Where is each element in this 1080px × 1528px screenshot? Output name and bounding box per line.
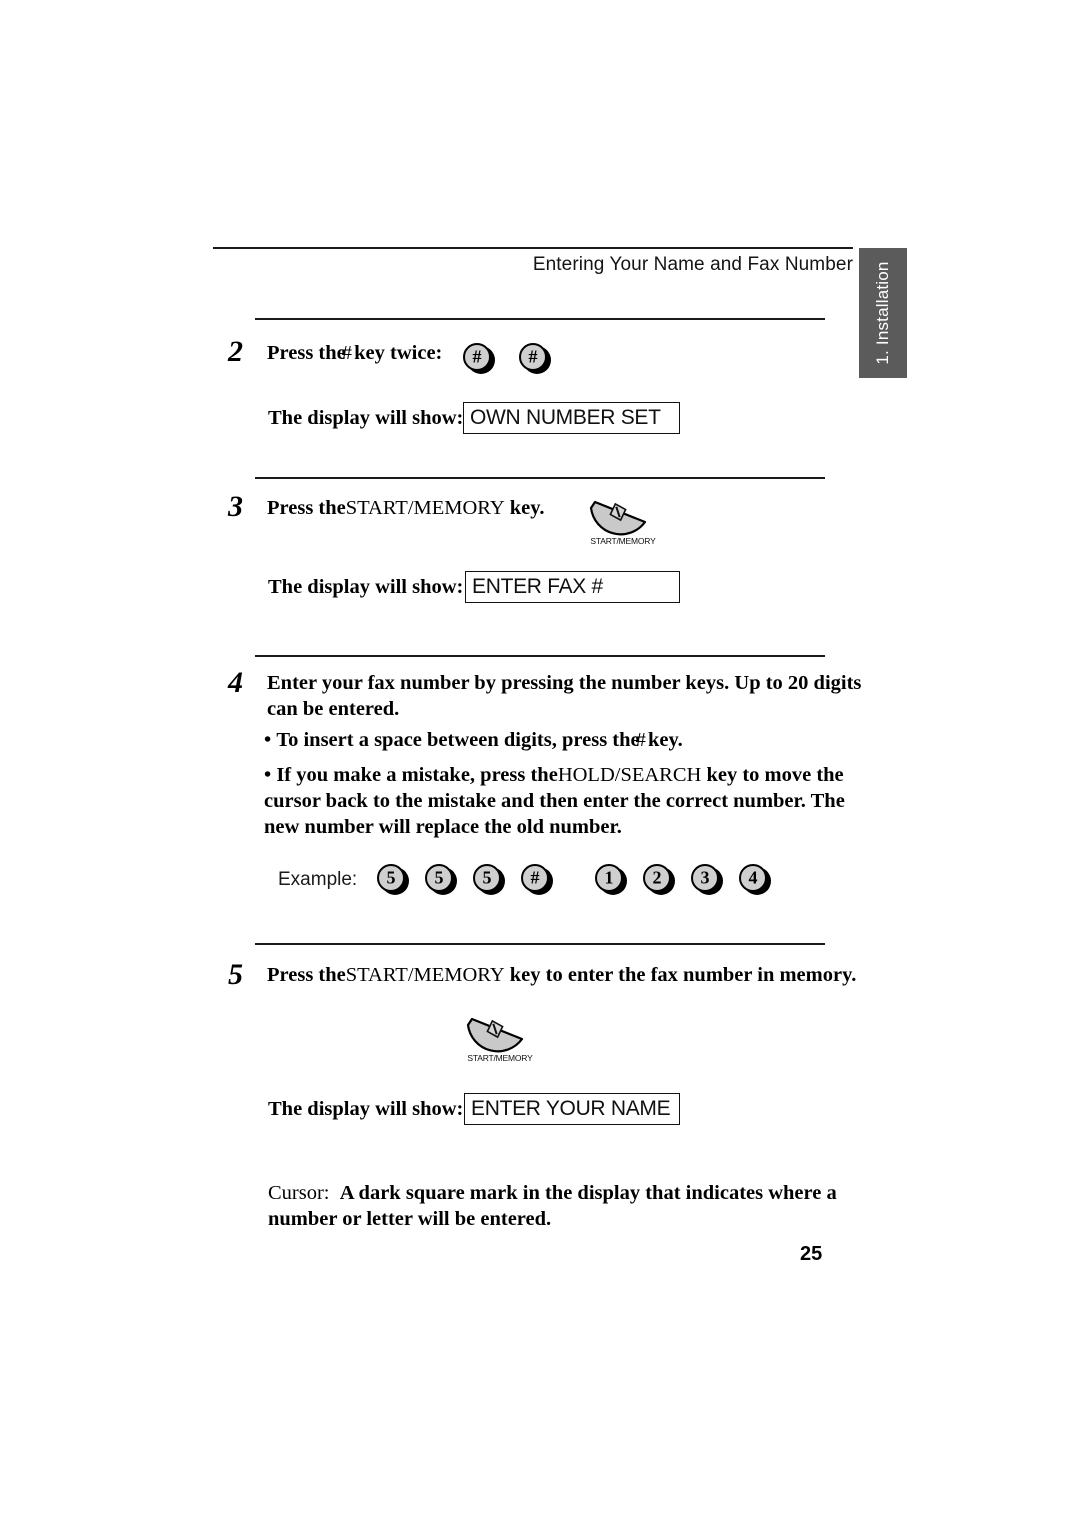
start-memory-button-caption-3: START/MEMORY (590, 536, 656, 546)
key-face: 5 (425, 864, 453, 892)
key-face: 3 (691, 864, 719, 892)
step-3-text-post: key. (504, 497, 545, 519)
page-number: 25 (800, 1243, 823, 1265)
step-instruction-4: Enter your fax number by pressing the nu… (267, 672, 862, 720)
key-face: 5 (473, 864, 501, 892)
step-5-key-name: START/MEMORY (345, 964, 505, 986)
step-4-bullet-1-pre: To insert a space between digits, press … (276, 729, 640, 751)
step-divider-5 (255, 943, 825, 945)
chapter-side-tab-label: 1. Installation (873, 261, 892, 365)
key-glyph: 4 (748, 867, 758, 888)
step-4-bullet-1: • To insert a space between digits, pres… (264, 727, 874, 753)
key-face: 4 (739, 864, 767, 892)
manual-page: Entering Your Name and Fax Number 1. Ins… (0, 0, 1080, 1528)
key-glyph: # (472, 346, 482, 367)
key-face: 1 (595, 864, 623, 892)
number-key-icon: 5 (425, 864, 457, 895)
lcd-display-5: ENTER YOUR NAME (464, 1093, 680, 1125)
key-glyph: 1 (604, 867, 614, 888)
step-2-text-pre: Press the (267, 342, 346, 364)
step-4-bullet-1-key: # (635, 729, 646, 751)
step-2-text-post: key twice: (349, 342, 443, 364)
key-face: # (519, 343, 547, 371)
step-3-text-pre: Press the (267, 497, 346, 519)
step-divider-3 (255, 477, 825, 479)
key-glyph: 5 (386, 867, 396, 888)
key-glyph: 3 (700, 867, 710, 888)
step-number-2: 2 (228, 335, 243, 368)
number-key-icon: 5 (377, 864, 409, 895)
chapter-side-tab: 1. Installation (859, 248, 907, 378)
step-4-bullet-2: • If you make a mistake, press theHOLD/S… (264, 762, 876, 840)
step-3-key-name: START/MEMORY (345, 497, 505, 519)
start-memory-button-illustration-5: START/MEMORY (452, 1015, 548, 1073)
cursor-term: Cursor: (268, 1182, 330, 1204)
step-number-4: 4 (228, 666, 243, 699)
step-5-text-post: key to enter the fax number in memory. (504, 964, 857, 986)
page-header-title: Entering Your Name and Fax Number (532, 254, 853, 275)
step-4-bullet-2-key: HOLD/SEARCH (557, 764, 702, 786)
bullet-marker: • (264, 729, 277, 751)
display-label-2: The display will show: (268, 407, 464, 429)
lcd-display-text-5: ENTER YOUR NAME (471, 1097, 671, 1120)
lcd-display-2: OWN NUMBER SET (463, 402, 680, 434)
step-number-5: 5 (228, 958, 243, 991)
lcd-display-text-2: OWN NUMBER SET (470, 406, 661, 429)
hash-key-icon: # (519, 343, 551, 374)
step-4-bullet-1-post: key. (642, 729, 683, 751)
bullet-marker: • (264, 764, 277, 786)
step-4-bullet-2-pre: If you make a mistake, press the (276, 764, 558, 786)
number-key-icon: 5 (473, 864, 505, 895)
cursor-definition: A dark square mark in the display that i… (268, 1182, 837, 1230)
display-label-5: The display will show: (268, 1098, 464, 1120)
key-face: 2 (643, 864, 671, 892)
hash-key-icon: # (521, 864, 553, 895)
key-glyph: 2 (652, 867, 662, 888)
start-memory-button-illustration-3: START/MEMORY (575, 498, 671, 556)
example-label: Example: (278, 869, 358, 890)
start-memory-button-caption-5: START/MEMORY (467, 1053, 533, 1063)
number-key-icon: 3 (691, 864, 723, 895)
step-2-key-illustration: # # (463, 343, 551, 374)
step-instruction-5: Press theSTART/MEMORY key to enter the f… (267, 962, 867, 988)
key-face: # (521, 864, 549, 892)
step-instruction-3: Press theSTART/MEMORY key. (267, 495, 597, 521)
header-divider (213, 247, 853, 249)
step-number-3: 3 (228, 490, 243, 523)
hash-key-icon: # (463, 343, 495, 374)
step-instruction-2: Press the# key twice: (267, 340, 477, 366)
number-key-icon: 4 (739, 864, 771, 895)
key-glyph: 5 (434, 867, 444, 888)
step-divider-4 (255, 655, 825, 657)
display-label-3: The display will show: (268, 576, 464, 598)
lcd-display-text-3: ENTER FAX # (472, 575, 603, 598)
key-glyph: 5 (482, 867, 492, 888)
step-divider-2 (255, 318, 825, 320)
step-5-text-pre: Press the (267, 964, 346, 986)
number-key-icon: 1 (595, 864, 627, 895)
key-glyph: # (530, 867, 540, 888)
step-2-hash-key-label: # (341, 342, 352, 364)
lcd-display-3: ENTER FAX # (465, 571, 680, 603)
example-key-sequence: 5 5 5 # 1 2 3 4 (377, 864, 771, 895)
number-key-icon: 2 (643, 864, 675, 895)
key-face: 5 (377, 864, 405, 892)
key-glyph: # (528, 346, 538, 367)
key-face: # (463, 343, 491, 371)
cursor-definition-note: Cursor: A dark square mark in the displa… (268, 1180, 868, 1232)
